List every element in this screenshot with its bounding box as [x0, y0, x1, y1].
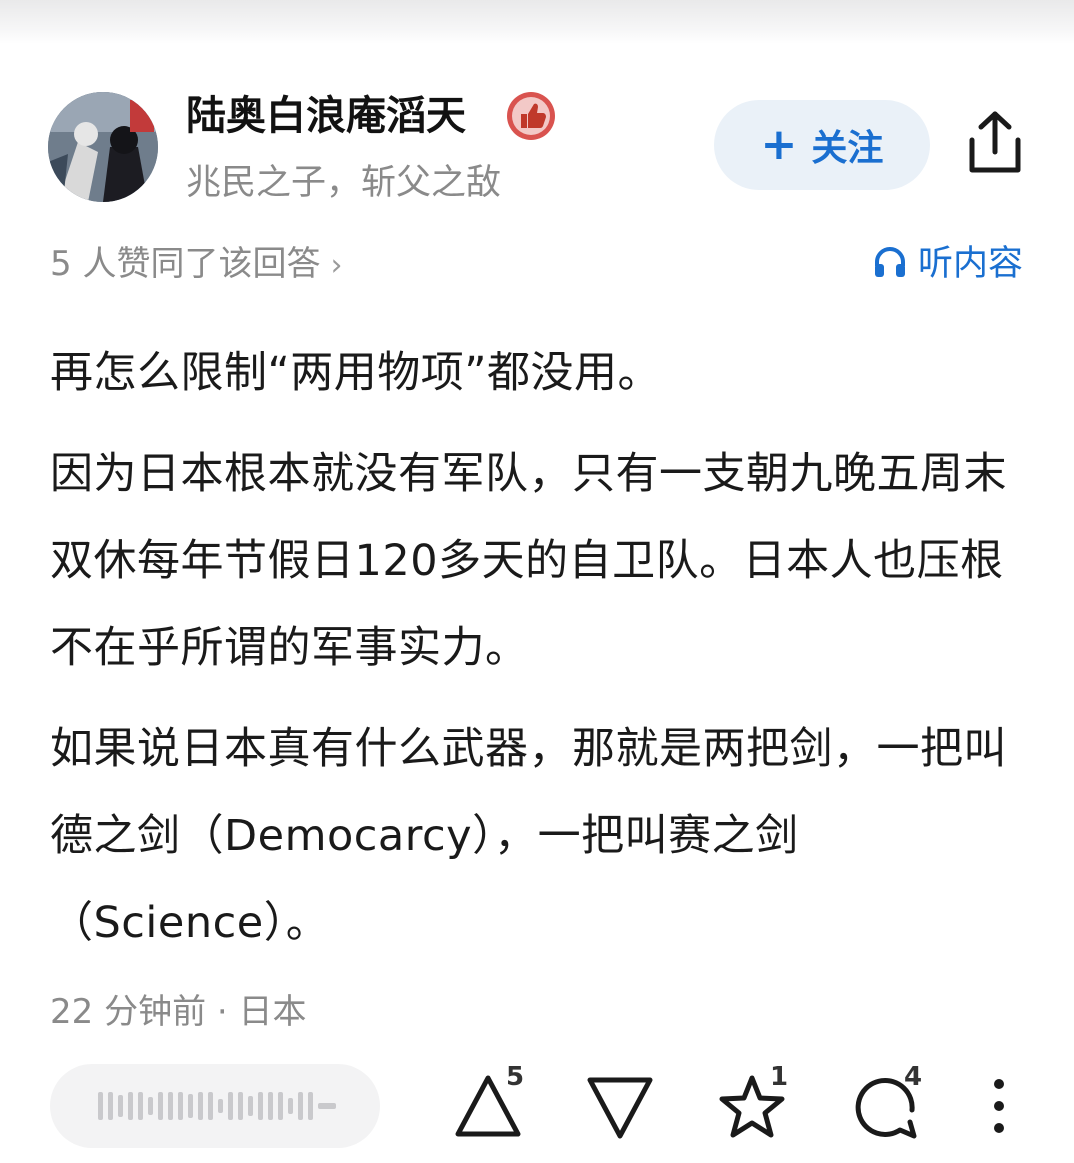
answer-paragraph: 如果说日本真有什么武器，那就是两把剑，一把叫德之剑（Democarcy），一把叫… [50, 724, 1007, 948]
favorite-count: 1 [770, 1062, 789, 1092]
top-bar-shadow [0, 0, 1074, 44]
listen-label: 听内容 [918, 244, 1024, 284]
answer-paragraph: 因为日本根本就没有军队，只有一支朝九晚五周末双休每年节假日120多天的自卫队。日… [50, 449, 1007, 673]
comment-placeholder-blurred [98, 1092, 336, 1120]
follow-button[interactable]: + 关注 [714, 100, 930, 190]
downvote-button[interactable] [584, 1066, 660, 1146]
comment-input[interactable] [50, 1064, 380, 1148]
more-options-button[interactable] [984, 1066, 1014, 1146]
author-bio: 兆民之子，斩父之敌 [186, 163, 502, 203]
upvote-count: 5 [506, 1062, 525, 1092]
follow-label: 关注 [811, 128, 884, 169]
comment-button[interactable]: 4 [850, 1062, 930, 1146]
post-time-location: 22 分钟前 · 日本 [50, 992, 307, 1032]
share-icon[interactable] [962, 108, 1028, 178]
listen-button[interactable]: 听内容 [872, 240, 1023, 288]
upvote-button[interactable]: 5 [452, 1062, 532, 1146]
triangle-down-icon [587, 1077, 653, 1139]
avatar[interactable] [48, 92, 158, 202]
author-name[interactable]: 陆奥白浪庵滔天 [186, 92, 466, 140]
thumbs-up-badge-icon [505, 90, 557, 142]
chevron-right-icon: › [330, 248, 343, 283]
comment-count: 4 [904, 1062, 923, 1092]
upvote-summary-text: 5 人赞同了该回答 [50, 244, 321, 284]
headphones-icon [872, 244, 908, 284]
answer-content: 再怎么限制“两用物项”都没用。 因为日本根本就没有军队，只有一支朝九晚五周末双休… [50, 330, 1030, 967]
more-vertical-icon [994, 1079, 1004, 1133]
answer-page: 陆奥白浪庵滔天 兆民之子，斩父之敌 + 关注 5 人赞同了该回答 › 听内容 再… [0, 0, 1074, 1163]
plus-icon: + [760, 119, 798, 170]
upvote-summary-link[interactable]: 5 人赞同了该回答 › [50, 240, 342, 288]
answer-paragraph: 再怎么限制“两用物项”都没用。 [50, 348, 662, 398]
favorite-button[interactable]: 1 [716, 1062, 796, 1146]
